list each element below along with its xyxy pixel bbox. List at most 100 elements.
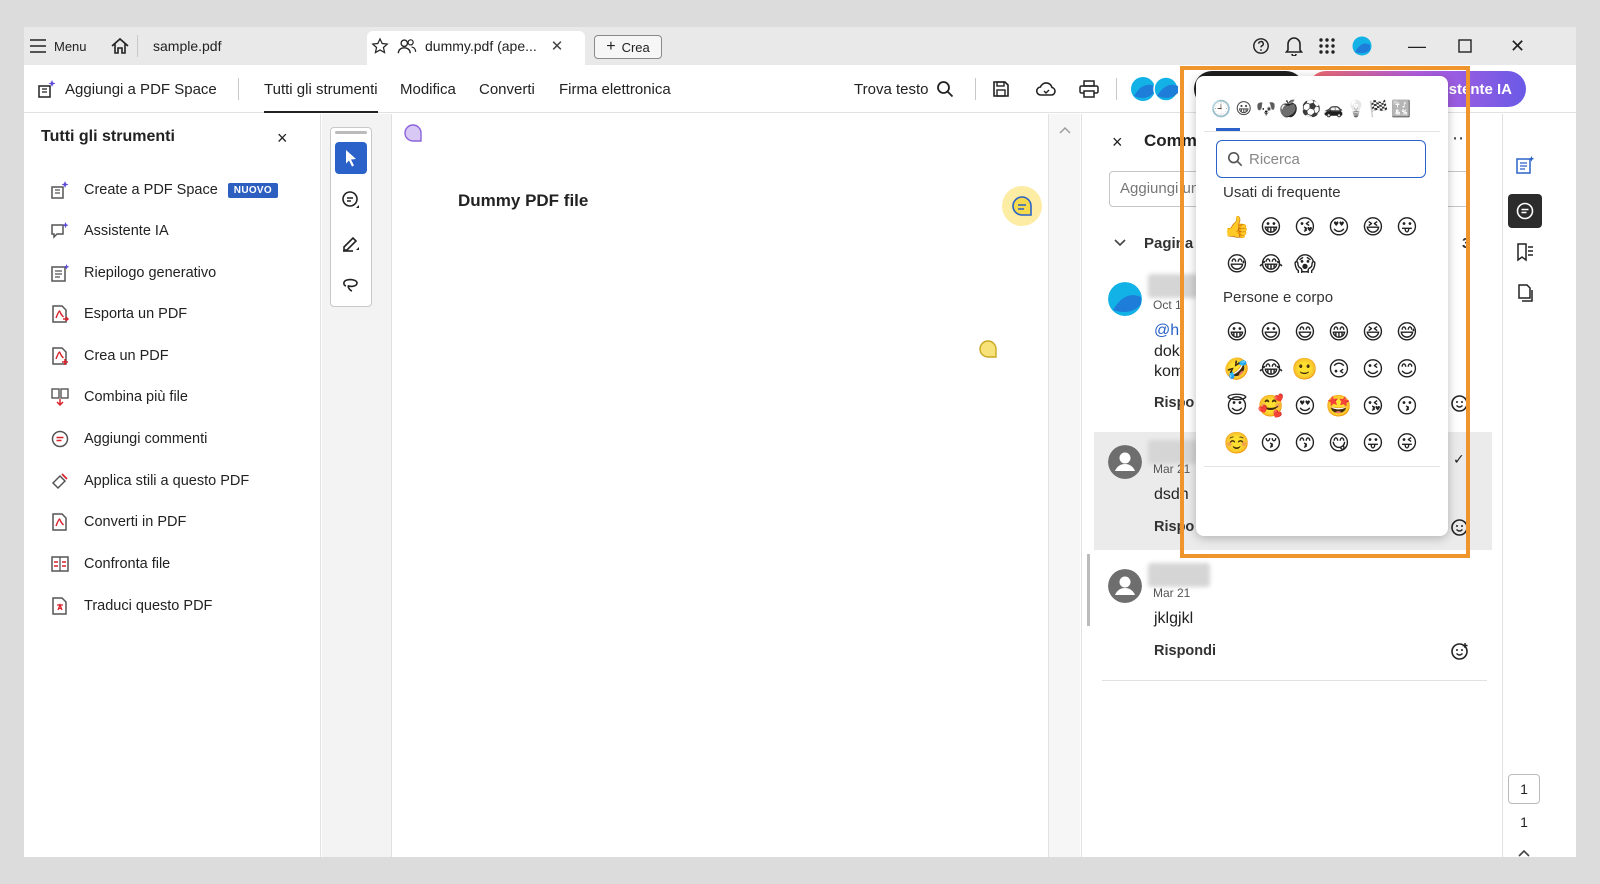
- emoji[interactable]: 😚: [1254, 426, 1288, 460]
- tool-combine-files[interactable]: Combina più file: [50, 382, 188, 412]
- add-reaction-icon[interactable]: [1450, 393, 1470, 413]
- maximize-button[interactable]: [1458, 27, 1472, 65]
- emoji[interactable]: 😇: [1220, 389, 1254, 423]
- draw-tool-button[interactable]: [335, 268, 367, 300]
- reply-button[interactable]: Rispo: [1154, 395, 1194, 411]
- close-window-button[interactable]: ✕: [1510, 27, 1525, 65]
- emoji[interactable]: 😅: [1220, 247, 1254, 281]
- emoji[interactable]: 😀: [1254, 210, 1288, 244]
- tool-add-comments[interactable]: Aggiungi commenti: [50, 424, 207, 454]
- home-button[interactable]: [110, 27, 130, 65]
- category-symbols-icon[interactable]: 🔣: [1390, 94, 1413, 124]
- chevron-up-icon[interactable]: [1518, 849, 1530, 857]
- tool-create-pdf[interactable]: Crea un PDF: [50, 341, 169, 371]
- find-text-button[interactable]: Trova testo: [854, 65, 954, 113]
- print-button[interactable]: [1079, 65, 1099, 113]
- resolve-check-icon[interactable]: ✓: [1453, 451, 1465, 468]
- emoji[interactable]: ☺️: [1220, 426, 1254, 460]
- emoji[interactable]: 🙂: [1288, 352, 1322, 386]
- pages-rail-button[interactable]: [1508, 276, 1542, 310]
- minimize-button[interactable]: —: [1408, 27, 1426, 65]
- star-icon[interactable]: [371, 37, 389, 55]
- scroll-up-icon[interactable]: [1059, 126, 1071, 134]
- category-flags-icon[interactable]: 🏁: [1368, 94, 1391, 124]
- tool-convert-to-pdf[interactable]: Converti in PDF: [50, 507, 186, 537]
- emoji[interactable]: 😜: [1390, 426, 1424, 460]
- comment-marker-icon[interactable]: [403, 123, 423, 143]
- collaborators-avatars[interactable]: [1130, 65, 1180, 113]
- emoji-search-input[interactable]: [1249, 150, 1409, 168]
- page-number-input[interactable]: 1: [1508, 774, 1540, 804]
- category-food-icon[interactable]: 🍎: [1278, 94, 1301, 124]
- ai-summary-rail-button[interactable]: [1508, 148, 1542, 182]
- emoji[interactable]: 😃: [1254, 315, 1288, 349]
- tab-convert[interactable]: Converti: [479, 65, 535, 113]
- category-animals-icon[interactable]: 🐶: [1255, 94, 1278, 124]
- comment-mention[interactable]: @h: [1154, 322, 1179, 340]
- emoji[interactable]: 😂: [1254, 352, 1288, 386]
- tool-generative-summary[interactable]: Riepilogo generativo: [50, 258, 216, 288]
- close-tab-icon[interactable]: ✕: [551, 37, 564, 55]
- category-sports-icon[interactable]: ⚽: [1300, 94, 1323, 124]
- tool-create-pdf-space[interactable]: Create a PDF Space NUOVO: [50, 175, 278, 205]
- save-button[interactable]: [992, 65, 1010, 113]
- reply-button[interactable]: Rispo: [1154, 519, 1194, 535]
- comment-marker-icon[interactable]: [978, 339, 998, 359]
- add-reaction-icon[interactable]: [1450, 641, 1470, 661]
- category-smileys-icon[interactable]: 😀: [1233, 94, 1256, 124]
- emoji[interactable]: 😅: [1390, 315, 1424, 349]
- select-tool-button[interactable]: [335, 142, 367, 174]
- close-comments-button[interactable]: ×: [1112, 132, 1123, 153]
- tab-sample-pdf[interactable]: sample.pdf: [153, 27, 221, 65]
- emoji[interactable]: 😂: [1254, 247, 1288, 281]
- emoji[interactable]: 😘: [1288, 210, 1322, 244]
- more-options-icon[interactable]: ⋯: [1452, 128, 1470, 149]
- document-viewer[interactable]: Dummy PDF file: [393, 114, 1081, 857]
- highlight-tool-button[interactable]: [335, 226, 367, 258]
- document-scrollbar[interactable]: [1048, 114, 1080, 857]
- add-to-pdf-space-button[interactable]: Aggiungi a PDF Space: [37, 65, 217, 113]
- reply-button[interactable]: Rispondi: [1154, 643, 1216, 659]
- tool-apply-styles[interactable]: Applica stili a questo PDF: [50, 466, 249, 496]
- emoji[interactable]: 😘: [1356, 389, 1390, 423]
- emoji[interactable]: 😉: [1356, 352, 1390, 386]
- category-objects-icon[interactable]: 💡: [1345, 94, 1368, 124]
- category-recent-icon[interactable]: 🕘: [1210, 94, 1233, 124]
- menu-button[interactable]: Menu: [30, 27, 87, 65]
- tool-export-pdf[interactable]: Esporta un PDF: [50, 299, 187, 329]
- bookmarks-rail-button[interactable]: [1508, 235, 1542, 269]
- category-travel-icon[interactable]: 🚗: [1323, 94, 1346, 124]
- tool-compare-files[interactable]: Confronta file: [50, 549, 170, 579]
- apps-button[interactable]: [1319, 27, 1335, 65]
- emoji[interactable]: 😄: [1288, 315, 1322, 349]
- drag-handle[interactable]: [335, 131, 367, 134]
- tab-all-tools[interactable]: Tutti gli strumenti: [264, 65, 378, 113]
- tab-e-sign[interactable]: Firma elettronica: [559, 65, 671, 113]
- comment-marker-active-icon[interactable]: [1001, 185, 1043, 227]
- tab-edit[interactable]: Modifica: [400, 65, 456, 113]
- emoji[interactable]: 😱: [1288, 247, 1322, 281]
- user-avatar[interactable]: [1352, 27, 1372, 65]
- create-button[interactable]: + Crea: [594, 35, 662, 59]
- cloud-sync-button[interactable]: [1035, 65, 1057, 113]
- close-panel-button[interactable]: ×: [277, 128, 288, 149]
- emoji[interactable]: 😍: [1288, 389, 1322, 423]
- emoji[interactable]: 😀: [1220, 315, 1254, 349]
- emoji[interactable]: 🤣: [1220, 352, 1254, 386]
- emoji[interactable]: 😍: [1322, 210, 1356, 244]
- emoji[interactable]: 😗: [1390, 389, 1424, 423]
- emoji[interactable]: 🙃: [1322, 352, 1356, 386]
- chevron-down-icon[interactable]: [1114, 239, 1126, 247]
- tool-ai-assistant[interactable]: Assistente IA: [50, 216, 169, 246]
- tool-translate-pdf[interactable]: Traduci questo PDF: [50, 591, 212, 621]
- add-reaction-icon[interactable]: [1450, 517, 1470, 537]
- emoji[interactable]: 😆: [1356, 315, 1390, 349]
- notifications-button[interactable]: [1285, 27, 1303, 65]
- emoji[interactable]: 😊: [1390, 352, 1424, 386]
- emoji[interactable]: 😙: [1288, 426, 1322, 460]
- emoji[interactable]: 😆: [1356, 210, 1390, 244]
- help-button[interactable]: [1252, 27, 1270, 65]
- emoji[interactable]: 🥰: [1254, 389, 1288, 423]
- comment-tool-button[interactable]: [335, 184, 367, 216]
- emoji[interactable]: 🤩: [1322, 389, 1356, 423]
